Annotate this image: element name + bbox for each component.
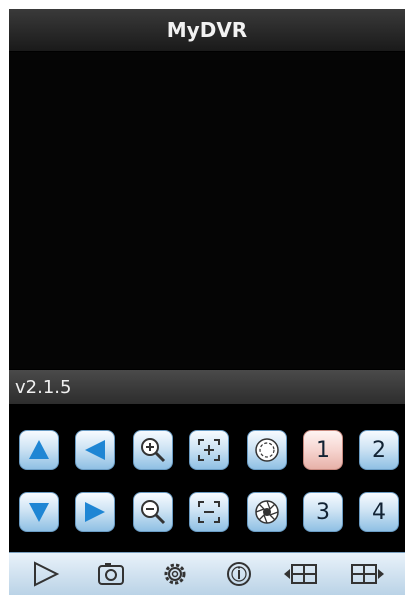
next-view-button[interactable]: [347, 558, 387, 590]
camera-icon: [98, 563, 124, 585]
iris-close-button[interactable]: [247, 492, 287, 532]
grid-prev-icon: [284, 564, 317, 584]
pan-left-button[interactable]: [75, 430, 115, 470]
focus-near-button[interactable]: [189, 430, 229, 470]
previous-view-button[interactable]: [281, 558, 321, 590]
play-button[interactable]: [27, 558, 63, 590]
app-title: MyDVR: [166, 18, 248, 42]
bottom-toolbar: [9, 552, 405, 595]
arrow-right-icon: [85, 502, 105, 522]
version-bar: v2.1.5: [9, 370, 405, 404]
focus-minus-icon: [198, 501, 220, 523]
tilt-up-button[interactable]: [19, 430, 59, 470]
snapshot-button[interactable]: [93, 558, 129, 590]
title-bar: MyDVR: [9, 9, 405, 52]
zoom-out-icon: [141, 500, 166, 525]
zoom-out-button[interactable]: [133, 492, 173, 532]
arrow-down-icon: [29, 503, 49, 522]
grid-next-icon: [351, 564, 384, 584]
channel-1-button[interactable]: 1: [303, 430, 343, 470]
channel-3-label: 3: [316, 499, 330, 525]
channel-4-label: 4: [372, 499, 386, 525]
tilt-down-button[interactable]: [19, 492, 59, 532]
channel-2-button[interactable]: 2: [359, 430, 399, 470]
gear-icon: [164, 563, 186, 585]
iris-open-button[interactable]: [247, 430, 287, 470]
app-frame: MyDVR v2.1.5 1 2 3 4: [9, 9, 405, 595]
iris-open-icon: [255, 438, 279, 462]
channel-4-button[interactable]: 4: [359, 492, 399, 532]
ptz-controls: 1 2 3 4: [9, 404, 405, 552]
video-view[interactable]: [9, 52, 405, 369]
zoom-in-button[interactable]: [133, 430, 173, 470]
focus-far-button[interactable]: [189, 492, 229, 532]
arrow-left-icon: [85, 440, 105, 460]
arrow-up-icon: [29, 440, 49, 459]
version-label: v2.1.5: [15, 376, 72, 398]
iris-close-icon: [255, 500, 279, 524]
pan-right-button[interactable]: [75, 492, 115, 532]
info-icon: [227, 562, 251, 586]
play-icon: [34, 561, 60, 587]
channel-3-button[interactable]: 3: [303, 492, 343, 532]
info-button[interactable]: [221, 558, 257, 590]
channel-1-label: 1: [316, 437, 330, 463]
focus-plus-icon: [198, 439, 220, 461]
settings-button[interactable]: [157, 558, 193, 590]
zoom-in-icon: [141, 438, 166, 463]
channel-2-label: 2: [372, 437, 386, 463]
